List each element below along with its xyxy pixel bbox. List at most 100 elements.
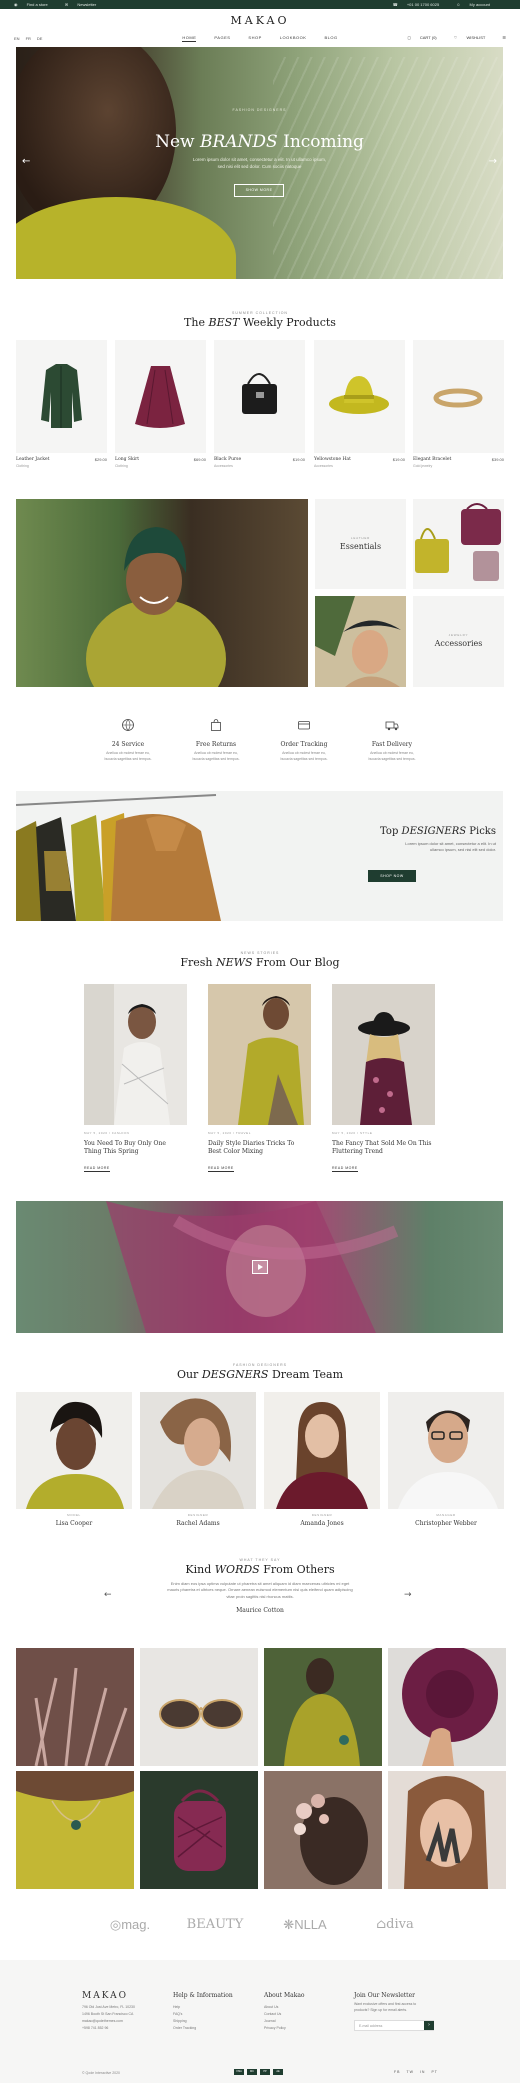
brand-logo[interactable]: ⌂diva [365,1917,425,1934]
team-member-name[interactable]: Rachel Adams [140,1520,256,1528]
newsletter-email-placeholder: E-mail address [359,2024,383,2028]
brand-logo[interactable]: ◎mag. [100,1917,160,1934]
hat-image [329,376,389,414]
product-card-image[interactable] [413,340,504,453]
footer-link[interactable]: About Us [264,2004,286,2011]
blog-read-more-link[interactable]: READ MORE [84,1166,110,1172]
product-name[interactable]: Leather Jacket [16,457,50,463]
product-card-image[interactable] [16,340,107,453]
nav-shop[interactable]: SHOP [248,35,261,40]
gallery-image-sunglasses[interactable] [140,1648,258,1766]
truck-icon [385,721,399,731]
team-title-pre: Our [176,1368,199,1381]
model-hat-collection-image[interactable] [315,596,406,687]
site-logo[interactable]: MAKAO [0,14,520,28]
gallery-image-hair-flowers[interactable] [264,1771,382,1889]
gallery-image-plants[interactable] [16,1648,134,1766]
brand-logo[interactable]: ❋NLLA [275,1917,335,1934]
testimonial-next-arrow-icon[interactable]: → [404,1590,412,1602]
blog-post-title[interactable]: Daily Style Diaries Tricks To Best Color… [208,1140,308,1157]
product-name[interactable]: Long Skirt [115,457,139,463]
gallery-image-model-yellow[interactable] [264,1648,382,1766]
phone-link[interactable]: ☎ +01 00 1700 6025 [393,2,447,7]
hero-text-line: sed nisi elit sed dolor. Cum sociis nato… [217,163,302,169]
twitter-icon[interactable]: TW [406,2070,413,2074]
arrow-right-icon: › [428,2022,430,2028]
hero-next-arrow-icon[interactable]: → [489,155,497,168]
footer-link[interactable]: Contact Us [264,2011,286,2018]
instagram-icon[interactable]: IN [420,2070,426,2074]
footer-email[interactable]: makao@qodethemes.com [82,2018,135,2025]
team-member-photo[interactable] [388,1392,504,1509]
gallery-image-model-rings[interactable] [388,1771,506,1889]
blog-post-image[interactable] [332,984,435,1125]
find-store-link[interactable]: ◉ Find a store [14,2,56,7]
testimonial-prev-arrow-icon[interactable]: ← [104,1590,112,1602]
nav-lookbook[interactable]: LOOKBOOK [280,35,307,40]
hero-prev-arrow-icon[interactable]: ← [22,155,30,168]
blog-post-title[interactable]: You Need To Buy Only One Thing This Spri… [84,1140,184,1157]
footer-link[interactable]: Privacy Policy [264,2025,286,2032]
product-category[interactable]: Gold jewelry [413,464,432,469]
blog-title-post: From Our Blog [256,956,340,969]
menu-button[interactable]: ☰ [494,35,506,40]
brand-logo[interactable]: BEAUTY [185,1917,245,1934]
footer-phone[interactable]: +598 741 852 96 [82,2025,135,2032]
blog-post-image[interactable] [208,984,311,1125]
bags-image [415,503,501,581]
cart-link[interactable]: ◻ CART (0) [399,35,436,40]
essentials-collection[interactable]: LEATHER Essentials [315,499,406,589]
cart-label: CART (0) [419,35,437,40]
footer-logo[interactable]: MAKAO [82,1991,128,2003]
collection-feature-image[interactable] [16,499,308,687]
gallery-image-backpack[interactable] [140,1771,258,1889]
newsletter-email-field[interactable]: E-mail address [354,2020,434,2031]
product-card-image[interactable] [115,340,206,453]
product-name[interactable]: Yellowstone Hat [314,457,351,463]
footer-link[interactable]: FAQ's [173,2011,196,2018]
product-category[interactable]: Accessories [214,464,233,469]
team-member-photo[interactable] [264,1392,380,1509]
product-card-image[interactable] [214,340,305,453]
product-category[interactable]: Clothing [115,464,128,469]
footer-link[interactable]: Help [173,2004,196,2011]
wishlist-link[interactable]: ♡ WISHLIST [446,35,486,40]
nav-home[interactable]: HOME [182,35,197,42]
video-play-button[interactable] [252,1260,268,1274]
newsletter-link[interactable]: ✉ Newsletter [65,2,104,7]
newsletter-submit-button[interactable]: › [424,2021,434,2030]
footer-link[interactable]: Shipping [173,2018,196,2025]
facebook-icon[interactable]: FB [394,2070,400,2074]
nav-pages[interactable]: PAGES [214,35,230,40]
nav-blog[interactable]: BLOG [324,35,337,40]
product-card-image[interactable] [314,340,405,453]
product-price: $19.00 [392,457,405,462]
blog-post-title[interactable]: The Fancy That Sold Me On This Flutterin… [332,1140,432,1157]
account-link[interactable]: ☺ My account [456,2,498,7]
product-name[interactable]: Elegant Bracelet [413,457,451,463]
product-name[interactable]: Black Purse [214,457,241,463]
footer-link[interactable]: Journal [264,2018,286,2025]
top-bar: ◉ Find a store ✉ Newsletter ☎ +01 00 170… [0,0,520,9]
team-member-name[interactable]: Amanda Jones [264,1520,380,1528]
hero-show-more-button[interactable]: SHOW MORE [234,184,284,197]
shop-now-button[interactable]: SHOP NOW [368,870,416,882]
shopping-bag-icon [211,719,221,731]
team-member-photo[interactable] [16,1392,132,1509]
blog-post-image[interactable] [84,984,187,1125]
gallery-image-necklace[interactable] [16,1771,134,1889]
product-category[interactable]: Clothing [16,464,29,469]
team-member-name[interactable]: Lisa Cooper [16,1520,132,1528]
hero-title-em: BRANDS [199,132,278,152]
team-member-photo[interactable] [140,1392,256,1509]
bags-collection-image[interactable] [413,499,504,589]
purse-image [242,373,277,414]
team-member-name[interactable]: Christopher Webber [388,1520,504,1528]
accessories-collection[interactable]: JEWELRY Accessories [413,596,504,687]
product-category[interactable]: Accessories [314,464,333,469]
blog-read-more-link[interactable]: READ MORE [208,1166,234,1172]
footer-link[interactable]: Order Tracking [173,2025,196,2032]
gallery-image-purple-hat[interactable] [388,1648,506,1766]
blog-read-more-link[interactable]: READ MORE [332,1166,358,1172]
pinterest-icon[interactable]: PT [431,2070,437,2074]
